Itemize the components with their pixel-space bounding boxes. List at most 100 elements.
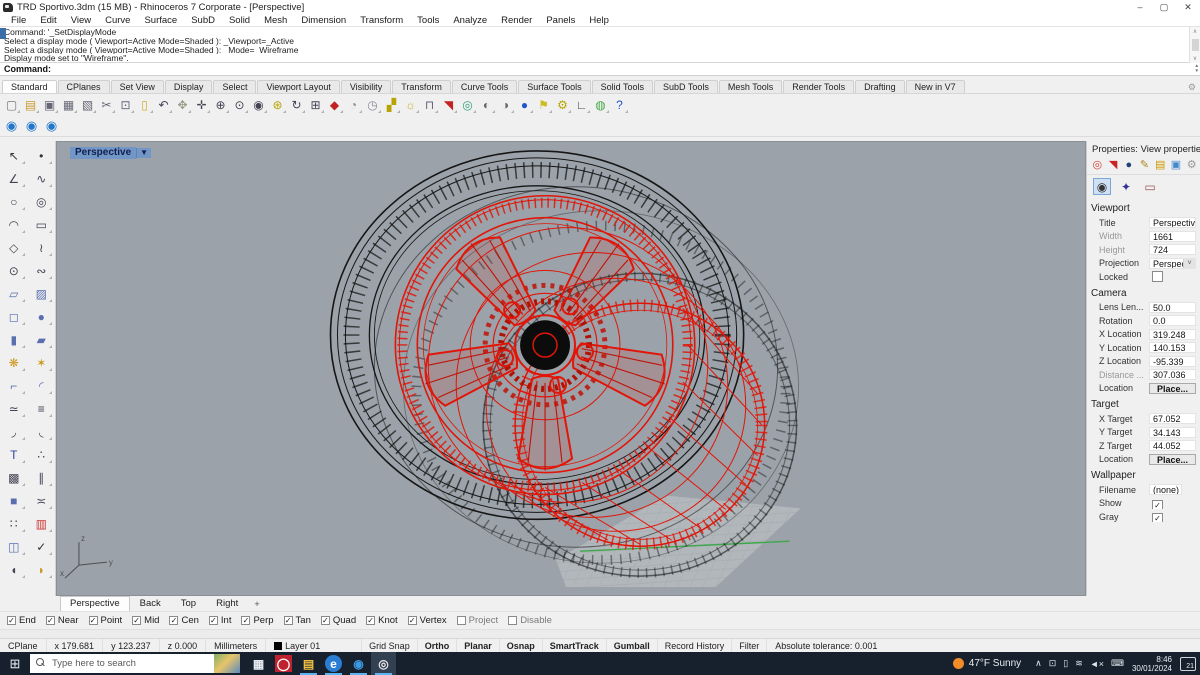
array-icon[interactable]: ∷ [0,512,28,535]
named-views-tab-icon[interactable]: ▣ [1170,158,1183,171]
polygon-icon[interactable]: ◇ [0,236,28,259]
display-mode-icon[interactable]: ◥ [439,96,458,114]
osnap-checkbox[interactable]: ✓ Mid [132,615,159,626]
property-value[interactable]: 140.153 [1149,342,1196,354]
menu-item[interactable]: Render [494,15,539,26]
block-icon[interactable]: ▩ [0,466,28,489]
pan-icon[interactable]: ✥ [173,96,192,114]
blue-dial-icon-1[interactable]: ◉ [3,118,20,134]
checkbox-icon[interactable]: ✓ [241,616,251,625]
close-button[interactable]: ✕ [1176,2,1200,13]
osnap-checkbox[interactable]: ✓ Int [208,615,231,626]
toolbar-group-tab[interactable]: Curve Tools [451,80,518,93]
cylinder-icon[interactable]: ▮ [0,328,28,351]
scroll-thumb[interactable] [1191,39,1199,51]
property-value[interactable]: 44.052 [1149,440,1196,452]
wifi-icon[interactable]: ≋ [1075,658,1083,669]
scroll-up-icon[interactable]: ∧ [1193,28,1197,35]
light-properties-icon[interactable]: ✦ [1117,178,1135,195]
export-icon[interactable]: ▧ [78,96,97,114]
cplane-icon[interactable]: ▞ [382,96,401,114]
dimension-tool-icon[interactable]: ≍ [28,489,56,512]
box-icon[interactable]: ◻ [0,305,28,328]
checkbox-icon[interactable]: ✓ [208,616,218,625]
status-toggle[interactable]: Planar [457,639,500,652]
zoom-dynamic-icon[interactable]: ⊕ [211,96,230,114]
status-toggle[interactable]: Osnap [500,639,543,652]
menu-item[interactable]: Dimension [294,15,353,26]
filter-tool-icon[interactable]: ◖ [0,558,28,581]
keyboard-icon[interactable]: ⌨ [1111,658,1124,669]
context-tab-icon[interactable]: ● [1122,158,1135,171]
dock-tab-icon[interactable] [0,28,6,39]
toolbar-group-tab[interactable]: Solid Tools [591,80,653,93]
set-view-icon[interactable]: ◔ [344,96,363,114]
add-viewport-tab-button[interactable]: + [248,598,266,611]
property-value[interactable]: Perspective [1149,217,1196,229]
units-label[interactable]: Millimeters [206,639,267,652]
offset-icon[interactable]: ≡ [28,397,56,420]
raytraced-sphere-icon[interactable]: ● [515,96,534,114]
viewport-menu-arrow-icon[interactable]: ▼ [136,148,152,158]
menu-item[interactable]: Transform [353,15,410,26]
toolbar-group-tab[interactable]: Drafting [855,80,905,93]
osnap-checkbox[interactable]: ✓ Point [88,615,122,626]
property-value[interactable]: 67.052 [1149,413,1196,425]
flag-icon[interactable]: ⚑ [534,96,553,114]
view-properties-icon[interactable]: ◉ [1093,178,1111,195]
volume-muted-icon[interactable]: ◄× [1090,659,1104,669]
osnap-checkbox[interactable]: Project [456,615,498,626]
plane-icon[interactable]: ▰ [28,328,56,351]
property-value[interactable]: Place... [1149,382,1196,394]
command-scrollbar[interactable]: ∧ ∨ [1189,27,1200,63]
start-button[interactable]: ⊞ [0,652,30,675]
checkbox-icon[interactable]: ✓ [366,616,376,625]
menu-item[interactable]: Tools [410,15,446,26]
property-value[interactable]: 724 [1149,244,1196,256]
shaded-sphere-icon[interactable]: ◐ [477,96,496,114]
undo-icon[interactable]: ↶ [154,96,173,114]
freeform-curve-icon[interactable]: ≀ [28,236,56,259]
checkbox-icon[interactable]: ✓ [7,616,16,625]
file-explorer-icon[interactable]: ▤ [296,652,321,675]
fillet-edge-icon[interactable]: ◜ [28,374,56,397]
opera-icon[interactable]: ◯ [271,652,296,675]
checkbox-icon[interactable]: ✓ [407,616,417,625]
osnap-checkbox[interactable]: ✓ End [7,615,36,626]
sphere-icon[interactable]: ● [28,305,56,328]
cut-icon[interactable]: ✂ [97,96,116,114]
circle-icon[interactable]: ○ [0,190,28,213]
checkbox-icon[interactable]: ✓ [132,616,142,625]
extrude-icon[interactable]: ⌐ [0,374,28,397]
menu-item[interactable]: Edit [33,15,63,26]
copy-icon[interactable]: ⊡ [116,96,135,114]
menu-item[interactable]: View [64,15,98,26]
open-file-icon[interactable]: ▤ [21,96,40,114]
color-wheel-icon[interactable]: ◎ [458,96,477,114]
solid-tools-icon[interactable]: ■ [0,489,28,512]
menu-item[interactable]: Curve [98,15,137,26]
menu-item[interactable]: Solid [222,15,257,26]
property-value[interactable]: 319.248 [1149,328,1196,340]
rotate-view-icon[interactable]: ↻ [287,96,306,114]
property-value[interactable]: -95.339 [1149,355,1196,367]
osnap-checkbox[interactable]: ✓ Quad [320,615,356,626]
earth-icon[interactable]: ◍ [591,96,610,114]
command-prompt[interactable]: Command: ▴ ▾ [0,63,1200,76]
osnap-checkbox[interactable]: Disable [508,615,552,626]
property-value[interactable]: 50.0 [1149,301,1196,313]
blue-dial-icon-3[interactable]: ◉ [43,118,60,134]
menu-item[interactable]: SubD [184,15,222,26]
rhino-app-icon[interactable]: ◎ [371,652,396,675]
toolbar-group-tab[interactable]: SubD Tools [653,80,718,93]
text-icon[interactable]: T [0,443,28,466]
viewport-tab[interactable]: Top [171,596,206,611]
task-view-icon[interactable]: ▦ [246,652,271,675]
move-icon[interactable]: ✛ [192,96,211,114]
cplane-button[interactable]: CPlane [0,639,47,652]
property-value[interactable]: 34.143 [1149,426,1196,438]
annotate-tab-icon[interactable]: ✎ [1138,158,1151,171]
point-icon[interactable]: • [28,144,56,167]
save-icon[interactable]: ▣ [40,96,59,114]
viewport-layout-icon[interactable]: ⊞ [306,96,325,114]
